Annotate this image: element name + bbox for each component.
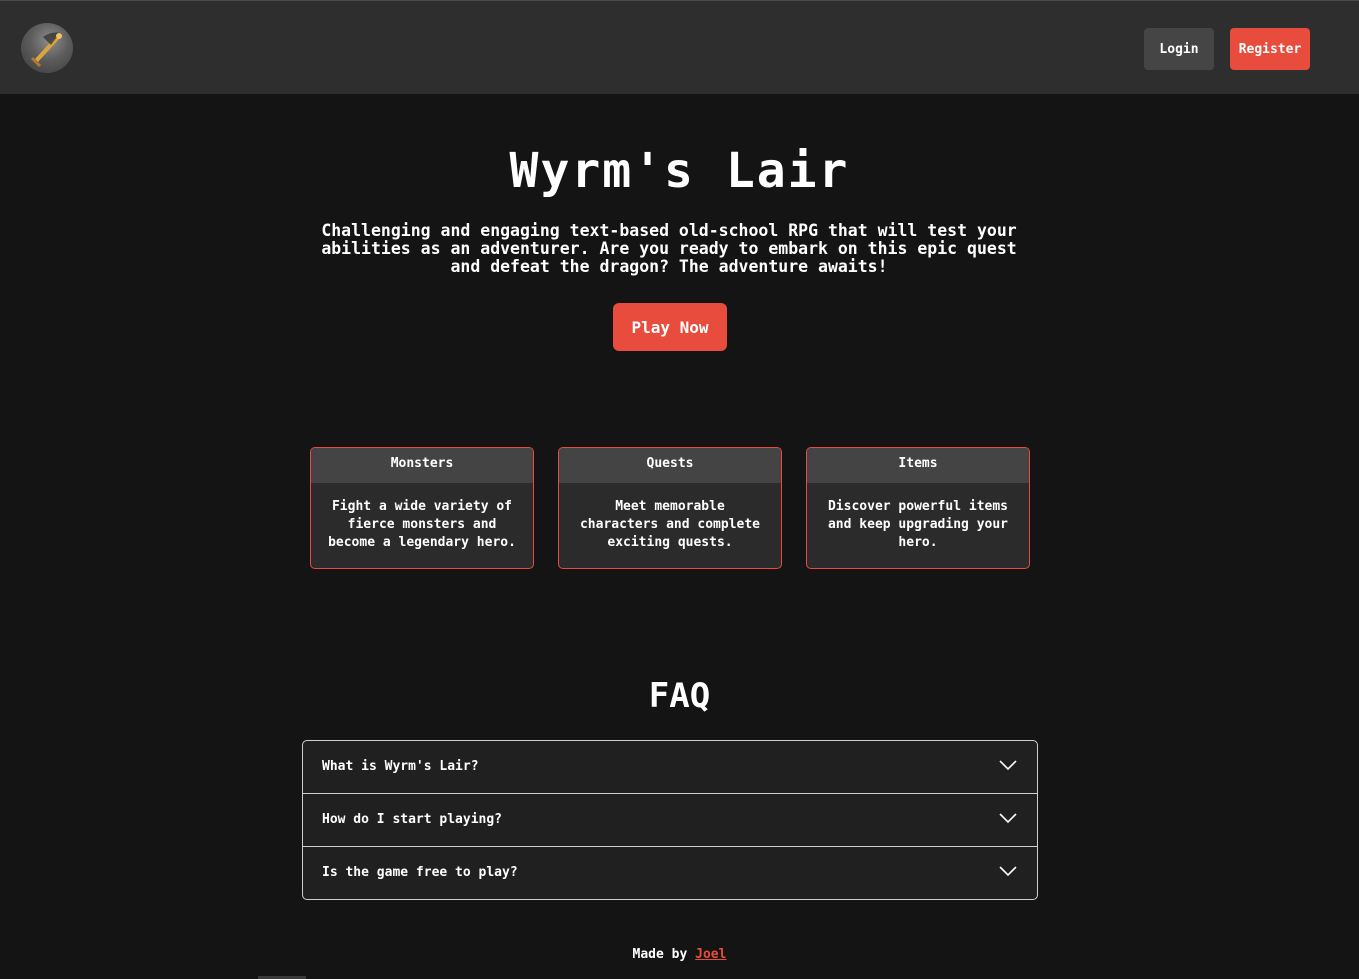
faq-question: What is Wyrm's Lair? xyxy=(322,759,479,774)
feature-card-text: Discover powerful items and keep upgradi… xyxy=(827,499,1008,550)
chevron-down-icon[interactable] xyxy=(999,865,1017,877)
login-button[interactable]: Login xyxy=(1144,28,1214,70)
faq-title: FAQ xyxy=(648,676,711,716)
dragon-sword-logo-icon xyxy=(31,32,62,67)
register-button[interactable]: Register xyxy=(1230,28,1310,70)
faq-question: Is the game free to play? xyxy=(322,865,518,880)
faq-item[interactable]: How do I start playing? xyxy=(303,794,1037,847)
faq-item[interactable]: What is Wyrm's Lair? xyxy=(303,741,1037,794)
logo[interactable] xyxy=(21,23,73,73)
chevron-down-icon[interactable] xyxy=(999,812,1017,824)
author-link[interactable]: Joel xyxy=(695,947,726,962)
hero-description: Challenging and engaging text-based old-… xyxy=(321,221,1017,276)
footer-made-by: Made by xyxy=(632,947,688,962)
feature-card-text: Meet memorable characters and complete e… xyxy=(579,499,760,550)
feature-card-title: Monsters xyxy=(311,448,533,483)
feature-card-text: Fight a wide variety of fierce monsters … xyxy=(328,499,516,550)
top-navbar: Login Register xyxy=(0,0,1359,94)
chevron-down-icon[interactable] xyxy=(999,759,1017,771)
faq-accordion: What is Wyrm's Lair? How do I start play… xyxy=(302,740,1038,900)
feature-card-title: Quests xyxy=(559,448,781,483)
feature-card-monsters: Monsters Fight a wide variety of fierce … xyxy=(310,447,534,569)
footer: Made by Joel xyxy=(0,946,1359,964)
faq-item[interactable]: Is the game free to play? xyxy=(303,847,1037,899)
feature-card-items: Items Discover powerful items and keep u… xyxy=(806,447,1030,569)
page-title: Wyrm's Lair xyxy=(509,143,850,199)
play-now-button[interactable]: Play Now xyxy=(613,303,727,351)
faq-question: How do I start playing? xyxy=(322,812,503,827)
feature-card-quests: Quests Meet memorable characters and com… xyxy=(558,447,782,569)
feature-card-title: Items xyxy=(807,448,1029,483)
